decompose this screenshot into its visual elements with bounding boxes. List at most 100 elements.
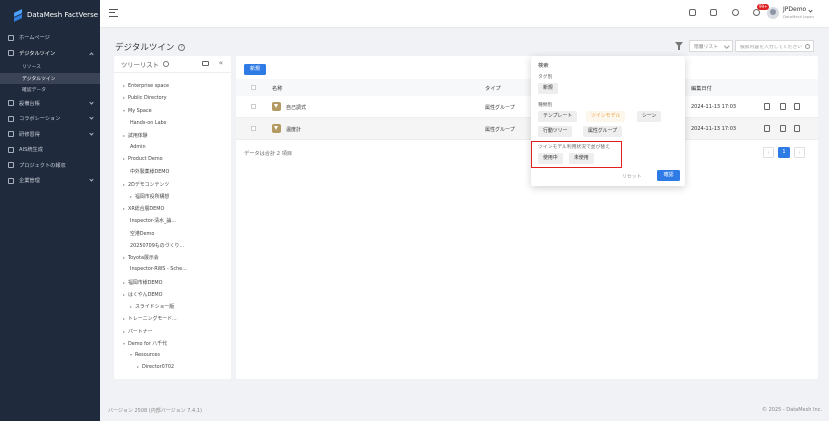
sidebar-item-enterprise[interactable]: 企業管理 <box>0 173 100 189</box>
row-name[interactable]: 自己調式 <box>286 104 306 111</box>
tree-node[interactable]: ▸ 試用体験 <box>123 132 148 139</box>
globe-icon[interactable] <box>732 9 739 16</box>
sidebar-item-home[interactable]: ホームページ <box>0 30 100 46</box>
sidebar-item-label: コラボレーション <box>19 116 61 123</box>
tree-node[interactable]: ▸ スライドショー版 <box>130 303 174 310</box>
robot-icon[interactable] <box>710 9 717 16</box>
tree-node[interactable]: ▸ 福岡市役所構想 <box>130 193 169 200</box>
logo-icon <box>14 10 22 21</box>
user-org: DataMesh Japan <box>783 14 814 19</box>
trash-icon[interactable] <box>794 103 800 110</box>
select-all-checkbox[interactable] <box>251 85 256 90</box>
sidebar-item-collaboration[interactable]: コラボレーション <box>0 111 100 127</box>
tree-node[interactable]: ▾ Demo for 八千代 <box>123 340 167 347</box>
tree-node[interactable]: ▸ Enterprise space <box>123 83 169 89</box>
sidebar-item-ai[interactable]: AIS統生成 <box>0 142 100 158</box>
tree-node[interactable]: ▾ Resources <box>130 352 160 358</box>
search-input[interactable] <box>740 45 802 50</box>
tree-node[interactable]: Hands-on Labs <box>130 120 166 126</box>
pager-page-1[interactable]: 1 <box>778 147 790 158</box>
document-icon[interactable] <box>764 103 770 110</box>
sidebar-item-label: プロジェクトの報収 <box>19 162 66 169</box>
sidebar-item-label: 設備台帳 <box>19 100 40 107</box>
chevron-down-icon <box>89 99 94 105</box>
view-select[interactable]: 階層リスト <box>689 40 733 52</box>
new-button[interactable]: 新規 <box>244 64 266 75</box>
tree-node[interactable]: ▸ XR総合展DEMO <box>123 205 164 212</box>
tree-node[interactable]: 中外製薬様DEMO <box>130 168 169 175</box>
row-checkbox[interactable] <box>251 126 256 131</box>
tree-node[interactable]: ▸ パートナー <box>123 328 152 335</box>
reset-button[interactable]: リセット <box>622 173 642 180</box>
sidebar-item-training[interactable]: 研修習得 <box>0 127 100 143</box>
copy-icon[interactable] <box>780 103 786 110</box>
refresh-icon[interactable] <box>162 61 169 67</box>
copy-icon[interactable] <box>780 125 786 132</box>
tree-node[interactable]: ▸ Public Directory <box>123 95 167 101</box>
page-title-text: デジタルツイン <box>115 43 175 53</box>
tree-node[interactable]: ▸ Product Demo <box>123 156 163 162</box>
popover-title: 検索 <box>538 63 549 69</box>
sidebar-item-label: AIS統生成 <box>19 147 43 154</box>
tree-node[interactable]: ▸ 2Dデモコンテンツ <box>123 181 169 188</box>
column-name[interactable]: 名称 <box>272 85 282 92</box>
equipment-icon <box>8 100 14 107</box>
tree-node[interactable]: ▸ Toyota展示会 <box>123 254 159 261</box>
tree-node[interactable]: 空港Demo <box>130 230 154 237</box>
sidebar-item-equipment[interactable]: 設備台帳 <box>0 96 100 112</box>
tree-node[interactable]: Admin <box>130 144 146 150</box>
row-name[interactable]: 温度計 <box>286 126 301 133</box>
document-icon[interactable] <box>764 125 770 132</box>
tree-node[interactable]: 20250709ものづくり... <box>130 242 184 249</box>
type-option-behavior-tree[interactable]: 行動ツリー <box>538 126 573 137</box>
cube-icon[interactable] <box>689 9 696 16</box>
column-type[interactable]: タイプ <box>485 85 501 92</box>
search-icon[interactable] <box>805 43 810 49</box>
tree-node[interactable]: ▸ Director0702 <box>137 364 174 370</box>
filter-popover: 検索 タグ別 新規 種類別 テンプレート ツインモデル シーン 行動ツリー 属性… <box>531 56 685 186</box>
filter-icon[interactable] <box>675 42 683 50</box>
sidebar-subitem-data[interactable]: 確認データ <box>0 84 100 96</box>
chevron-down-icon[interactable] <box>808 8 813 13</box>
copyright-text: © 2025 - DataMesh Inc. <box>762 407 822 413</box>
avatar[interactable] <box>767 7 779 19</box>
menu-toggle-icon[interactable] <box>109 9 118 17</box>
sidebar-subitem-resources[interactable]: リソース <box>0 61 100 73</box>
usage-option-in-use[interactable]: 使用中 <box>538 153 563 164</box>
type-option-template[interactable]: テンプレート <box>538 111 578 122</box>
table-row[interactable]: 温度計 属性グループ 2024-11-13 17:03 <box>236 118 818 140</box>
sidebar-item-digital-twin[interactable]: デジタルツイン <box>0 46 100 62</box>
home-icon <box>8 34 14 41</box>
pager-prev-button[interactable]: ‹ <box>763 147 774 158</box>
tree-node[interactable]: ▸ トレーニングモード... <box>123 315 177 322</box>
type-filter-label: 種類別 <box>538 103 553 108</box>
sidebar-item-project[interactable]: プロジェクトの報収 <box>0 158 100 174</box>
table-row[interactable]: 自己調式 属性グループ 2024-11-13 17:03 <box>236 96 818 118</box>
chevron-down-icon <box>89 130 94 136</box>
user-name[interactable]: JPDemo <box>783 6 806 13</box>
search-box <box>735 40 814 52</box>
tree-node[interactable]: ▸ 福岡市様DEMO <box>123 279 163 286</box>
total-count: データは合計 2 項目 <box>244 151 293 157</box>
column-date[interactable]: 編集日付 <box>691 85 712 92</box>
tag-filter-label: タグ別 <box>538 75 553 80</box>
type-option-property-group[interactable]: 属性グループ <box>583 126 623 137</box>
folder-icon[interactable] <box>202 61 209 66</box>
tree-node[interactable]: ▸ はくやんDEMO <box>123 291 163 298</box>
confirm-button[interactable]: 確認 <box>657 170 680 181</box>
tree-node[interactable]: Inspector-清水_論... <box>130 217 176 224</box>
tree-node[interactable]: Inspector-RWS - Sche... <box>130 266 187 272</box>
pager-next-button[interactable]: › <box>794 147 805 158</box>
tag-option-new[interactable]: 新規 <box>538 83 558 94</box>
row-checkbox[interactable] <box>251 104 256 109</box>
collapse-icon[interactable]: « <box>219 59 223 67</box>
tree-node[interactable]: ▾ My Space <box>123 108 152 114</box>
bell-icon[interactable] <box>753 9 760 16</box>
type-option-twin-model[interactable]: ツインモデル <box>586 111 626 122</box>
type-option-scene[interactable]: シーン <box>637 111 662 122</box>
logo[interactable]: DataMesh FactVerse <box>0 0 100 30</box>
help-icon[interactable]: ? <box>178 43 186 51</box>
sidebar-subitem-digital-twin[interactable]: デジタルツイン <box>0 72 100 84</box>
trash-icon[interactable] <box>794 125 800 132</box>
usage-option-unused[interactable]: 未使用 <box>569 153 594 164</box>
